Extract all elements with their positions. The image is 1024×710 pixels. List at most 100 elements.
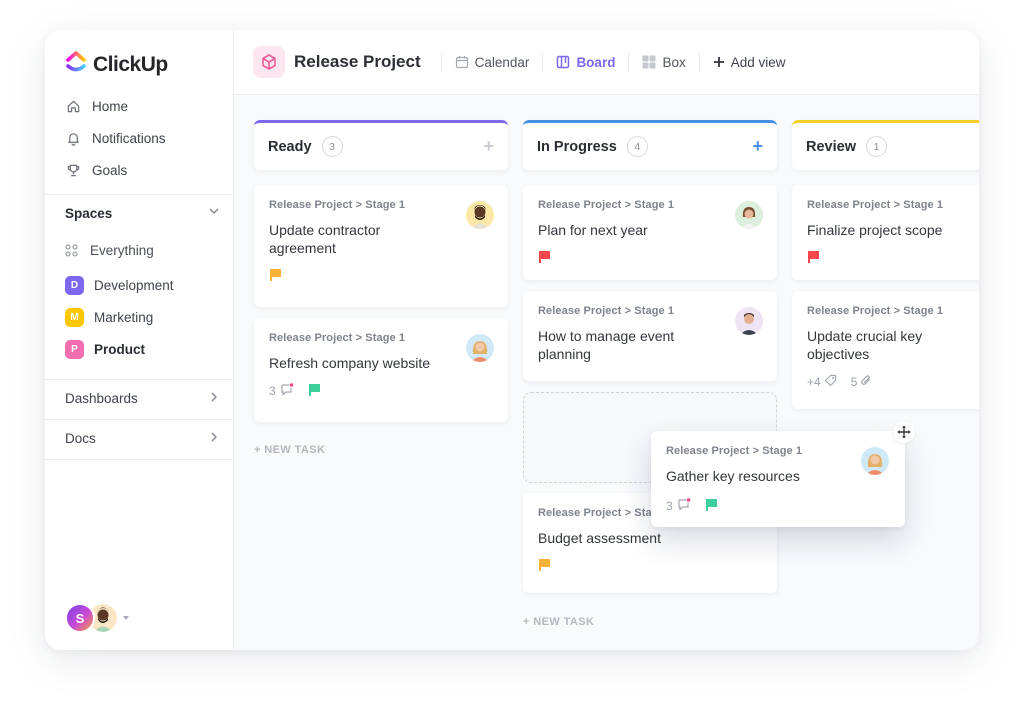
task-breadcrumb: Release Project > Stage 1 [807, 305, 944, 317]
plus-icon [713, 56, 725, 68]
task-meta: +4 5 [807, 374, 979, 390]
user-menu[interactable]: S [65, 603, 129, 633]
priority-flag-icon[interactable] [807, 250, 820, 266]
nav-goals-label: Goals [92, 162, 128, 178]
dashboards-label: Dashboards [65, 390, 138, 406]
comment-icon [280, 383, 294, 399]
task-meta [538, 250, 762, 266]
comments-count[interactable]: 3 [269, 383, 294, 399]
add-task-plus-icon[interactable]: + [752, 137, 763, 155]
spaces-title: Spaces [65, 205, 113, 221]
column-title: Review [806, 138, 856, 155]
nav-goals[interactable]: Goals [65, 154, 166, 186]
user-avatar: S [65, 603, 95, 633]
task-breadcrumb: Release Project > Stage 1 [666, 445, 803, 457]
priority-flag-icon[interactable] [538, 558, 551, 574]
priority-flag-icon[interactable] [538, 250, 551, 266]
sidebar-divider [45, 419, 234, 420]
new-task-button[interactable]: + NEW TASK [254, 444, 325, 456]
sidebar: ClickUp Home Notifications Goals Spaces … [45, 30, 234, 650]
assignee-avatar[interactable] [466, 334, 494, 362]
topbar: Release Project Calendar Board Box Add v… [234, 30, 979, 95]
sidebar-divider [45, 459, 234, 460]
task-meta [538, 558, 762, 574]
home-icon [65, 98, 81, 114]
nav-home[interactable]: Home [65, 90, 166, 122]
view-tab-calendar[interactable]: Calendar [448, 55, 537, 70]
priority-flag-icon[interactable] [269, 268, 282, 284]
comments-count-value: 3 [666, 499, 673, 513]
task-card[interactable]: Release Project > Stage 1 Refresh compan… [254, 318, 508, 422]
sidebar-dashboards[interactable]: Dashboards [65, 388, 220, 408]
new-task-button[interactable]: + NEW TASK [523, 616, 594, 628]
view-tab-box[interactable]: Box [635, 55, 692, 70]
task-card[interactable]: Release Project > Stage 1 Update contrac… [254, 185, 508, 307]
board-icon [556, 55, 570, 69]
assignee-avatar[interactable] [735, 201, 763, 229]
add-task-plus-icon[interactable]: + [483, 137, 494, 155]
sidebar-docs[interactable]: Docs [65, 428, 220, 448]
trophy-icon [65, 162, 81, 178]
tags-count[interactable]: +4 [807, 374, 837, 390]
column-count: 1 [865, 136, 887, 157]
clickup-logo-icon [65, 50, 87, 79]
divider [542, 52, 544, 72]
nav-notifications[interactable]: Notifications [65, 122, 166, 154]
column-title: Ready [268, 138, 312, 155]
task-card[interactable]: Release Project > Stage 1 Plan for next … [523, 185, 777, 280]
app-window: ClickUp Home Notifications Goals Spaces … [45, 30, 979, 650]
bell-icon [65, 130, 81, 146]
tag-icon [824, 374, 837, 390]
dragging-task-card[interactable]: Release Project > Stage 1 Gather key res… [651, 421, 915, 527]
box-grid-icon [642, 55, 656, 69]
chevron-right-icon [208, 391, 220, 406]
nav-notifications-label: Notifications [92, 130, 166, 146]
view-tab-board[interactable]: Board [549, 55, 622, 70]
priority-flag-icon[interactable] [705, 498, 718, 514]
sidebar-divider [45, 194, 234, 195]
assignee-avatar[interactable] [735, 307, 763, 335]
sidebar-divider [45, 379, 234, 380]
add-view-label: Add view [730, 54, 786, 70]
chevron-down-icon[interactable] [208, 204, 220, 222]
space-development-label: Development [94, 277, 174, 293]
add-view-button[interactable]: Add view [706, 55, 793, 70]
task-breadcrumb: Release Project > Stage 1 [807, 199, 944, 211]
space-everything[interactable]: Everything [65, 235, 174, 265]
clickup-logo[interactable]: ClickUp [65, 50, 168, 79]
view-board-label: Board [576, 54, 616, 70]
attachments-count[interactable]: 5 [851, 374, 873, 390]
task-card[interactable]: Release Project > Stage 1 How to manage … [523, 291, 777, 381]
nav-home-label: Home [92, 98, 129, 114]
space-badge-marketing: M [65, 307, 84, 327]
column-header: Ready 3 + [254, 120, 508, 170]
task-card[interactable]: Release Project > Stage 1 Finalize proje… [792, 185, 979, 280]
column-count: 4 [626, 136, 648, 157]
task-card[interactable]: Release Project > Stage 1 Update crucial… [792, 291, 979, 409]
space-marketing[interactable]: M Marketing [65, 301, 174, 333]
calendar-icon [455, 55, 469, 69]
spaces-list: Everything D Development M Marketing P P… [65, 235, 174, 365]
move-cursor-icon[interactable] [893, 421, 915, 443]
column-review: Review 1 Release Project > Stage 1 Final… [792, 120, 979, 409]
task-breadcrumb: Release Project > Stage 1 [538, 305, 675, 317]
comment-icon [677, 498, 691, 514]
view-calendar-label: Calendar [474, 54, 530, 70]
view-box-label: Box [662, 54, 686, 70]
assignee-avatar[interactable] [466, 201, 494, 229]
task-meta [807, 250, 979, 266]
priority-flag-icon[interactable] [308, 383, 321, 399]
project-title: Release Project [294, 52, 421, 71]
divider [698, 52, 700, 72]
column-header: In Progress 4 + [523, 120, 777, 170]
space-development[interactable]: D Development [65, 269, 174, 301]
docs-label: Docs [65, 430, 96, 446]
comments-count[interactable]: 3 [666, 498, 691, 514]
brand-name: ClickUp [93, 52, 168, 76]
assignee-avatar[interactable] [861, 447, 889, 475]
comments-count-value: 3 [269, 384, 276, 398]
column-count: 3 [321, 136, 343, 157]
space-product[interactable]: P Product [65, 333, 174, 365]
spaces-header[interactable]: Spaces [65, 204, 220, 222]
space-marketing-label: Marketing [94, 309, 154, 325]
